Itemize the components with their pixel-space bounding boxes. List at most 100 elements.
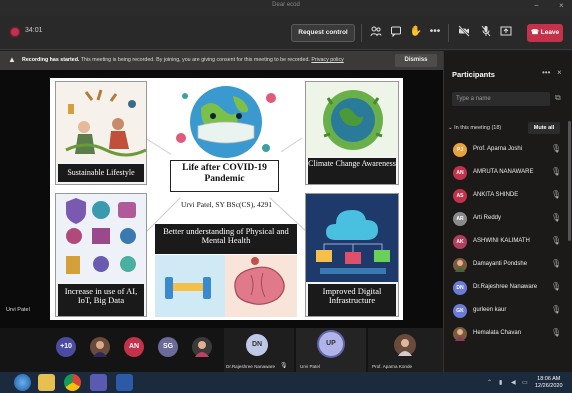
participant-avatar: AS xyxy=(453,189,467,203)
digital-infrastructure-tile: Improved Digital Infrastructure xyxy=(305,193,399,317)
teams-icon[interactable] xyxy=(90,374,107,391)
recording-message: Recording has started. This meeting is b… xyxy=(22,57,344,63)
participant-row[interactable]: AK ASHWINI KALIMATH 🎙 xyxy=(450,233,568,253)
covid-earth-tile xyxy=(171,78,281,160)
presenter-name: Urvi Patel xyxy=(6,307,30,313)
close-panel-icon[interactable]: × xyxy=(557,68,562,77)
health-illustration xyxy=(155,255,297,317)
participant-name: AMRUTA NANAWARE xyxy=(473,169,534,175)
mic-off-icon: 🎙 xyxy=(551,213,562,222)
mic-off-icon: 🎙 xyxy=(551,167,562,176)
participant-search-input[interactable]: Type a name xyxy=(452,92,550,106)
share-invite-icon[interactable]: ⧉ xyxy=(555,93,561,103)
health-tile xyxy=(155,255,297,317)
minimize-icon[interactable]: − xyxy=(534,1,539,10)
share-icon[interactable] xyxy=(499,25,513,39)
climate-earth-illustration xyxy=(306,82,398,156)
in-meeting-header[interactable]: ⌄ In this meeting (18) xyxy=(448,125,501,131)
toolbar-divider xyxy=(448,24,449,42)
chrome-icon[interactable] xyxy=(64,374,81,391)
participant-avatar: DN xyxy=(453,281,467,295)
participant-avatar: PJ xyxy=(453,143,467,157)
tile-avatar-photo xyxy=(394,334,416,356)
participant-row[interactable]: Damayanti Pondshe 🎙 xyxy=(450,256,568,276)
participant-avatar-photo[interactable] xyxy=(90,337,110,357)
participant-avatar-photo xyxy=(453,327,467,341)
participant-row[interactable]: AR Arti Reddy 🎙 xyxy=(450,210,568,230)
network-icon[interactable]: ▮ xyxy=(499,379,502,386)
participant-avatar: GK xyxy=(453,304,467,318)
meeting-toolbar: 34:01 Request control ✋ ••• ☎ Leave xyxy=(0,14,572,50)
camera-off-icon[interactable] xyxy=(457,25,471,39)
participant-tile-up[interactable]: UP Urvi Patel xyxy=(296,328,366,372)
word-icon[interactable] xyxy=(116,374,133,391)
raise-hand-icon[interactable]: ✋ xyxy=(409,25,423,39)
chat-icon[interactable] xyxy=(389,25,403,39)
participant-row[interactable]: Hemalata Chavan 🎙 xyxy=(450,325,568,345)
tile-name-up: Urvi Patel xyxy=(300,364,320,369)
file-explorer-icon[interactable] xyxy=(38,374,55,391)
recording-message-bold: Recording has started. xyxy=(22,57,80,63)
participant-name: Prof. Aparna Joshi xyxy=(473,146,523,152)
participant-avatar-an[interactable]: AN xyxy=(124,337,144,357)
tech-icons-illustration xyxy=(56,194,146,282)
recording-message-text: This meeting is being recorded. By joini… xyxy=(80,57,310,63)
participant-avatar-sg[interactable]: SG xyxy=(158,337,178,357)
tile-name-dn: Dr.Rajeshree Nanaware xyxy=(226,364,276,369)
toolbar-divider xyxy=(361,24,362,42)
panel-scrollbar[interactable] xyxy=(568,121,571,241)
participant-row[interactable]: AS ANKITA SHINDE 🎙 xyxy=(450,187,568,207)
mic-off-icon[interactable] xyxy=(479,25,493,39)
mic-off-icon: 🎙 xyxy=(551,144,562,153)
close-window-icon[interactable]: × xyxy=(559,1,564,10)
clock-date: 12/26/2020 xyxy=(535,382,563,389)
participant-tile-dn[interactable]: DN Dr.Rajeshree Nanaware 🎙 xyxy=(224,328,294,372)
taskbar-clock[interactable]: 18:06 AM 12/26/2020 xyxy=(535,376,563,389)
covid-earth-illustration xyxy=(176,86,276,158)
sustainable-lifestyle-tile: Sustainable Lifestyle xyxy=(55,81,147,185)
leave-label: Leave xyxy=(540,29,560,36)
start-button-icon[interactable] xyxy=(14,374,31,391)
window-title: Dear ecod xyxy=(272,2,300,8)
sustainable-lifestyle-illustration xyxy=(56,82,146,162)
windows-taskbar: ⌃ ▮ ◀ ▭ 18:06 AM 12/26/2020 xyxy=(0,372,572,393)
dismiss-button[interactable]: Dismiss xyxy=(395,54,437,67)
battery-icon[interactable]: ▭ xyxy=(522,379,528,386)
participant-row[interactable]: DN Dr.Rajeshree Nanaware 🎙 xyxy=(450,279,568,299)
participant-row[interactable]: GK gurleen kaur 🎙 xyxy=(450,302,568,322)
participants-icon[interactable] xyxy=(369,25,383,39)
request-control-button[interactable]: Request control xyxy=(291,24,355,42)
tile-avatar-dn: DN xyxy=(246,334,268,356)
participant-name: ANKITA SHINDE xyxy=(473,192,519,198)
leave-button[interactable]: ☎ Leave xyxy=(527,24,563,42)
phone-icon: ☎ xyxy=(530,29,539,36)
warning-icon: ▲ xyxy=(8,55,16,64)
climate-change-caption: Climate Change Awareness xyxy=(308,158,396,184)
recording-banner: ▲ Recording has started. This meeting is… xyxy=(0,51,443,70)
mic-off-icon: 🎙 xyxy=(551,305,562,314)
privacy-policy-link[interactable]: Privacy policy xyxy=(311,57,343,63)
participant-name: Arti Reddy xyxy=(473,215,502,221)
in-meeting-label: In this meeting (18) xyxy=(454,125,502,131)
mic-off-icon: 🎙 xyxy=(551,190,562,199)
panel-more-icon[interactable]: ••• xyxy=(542,68,550,77)
slide-author: Urvi Patel, SY BSc(CS), 4291 xyxy=(181,200,272,209)
volume-icon[interactable]: ◀ xyxy=(511,379,516,386)
tile-name-ak: Prof. Aparna Konde xyxy=(372,364,413,369)
participant-avatar: AN xyxy=(453,166,467,180)
mic-off-icon: 🎙 xyxy=(280,363,288,369)
participant-avatar-photo xyxy=(453,258,467,272)
participant-row[interactable]: AN AMRUTA NANAWARE 🎙 xyxy=(450,164,568,184)
participant-name: Hemalata Chavan xyxy=(473,330,522,336)
mute-all-button[interactable]: Mute all xyxy=(528,122,560,134)
health-caption: Better understanding of Physical and Men… xyxy=(155,224,297,254)
participant-name: gurleen kaur xyxy=(473,307,507,313)
overflow-participants-button[interactable]: +10 xyxy=(56,337,76,357)
participant-avatar: AR xyxy=(453,212,467,226)
mic-off-icon: 🎙 xyxy=(551,282,562,291)
participant-tile-ak[interactable]: Prof. Aparna Konde xyxy=(368,328,443,372)
participant-avatar-photo[interactable] xyxy=(192,337,212,357)
more-icon[interactable]: ••• xyxy=(428,25,442,39)
participant-row[interactable]: PJ Prof. Aparna Joshi 🎙 xyxy=(450,141,568,161)
tray-chevron-icon[interactable]: ⌃ xyxy=(487,379,492,386)
